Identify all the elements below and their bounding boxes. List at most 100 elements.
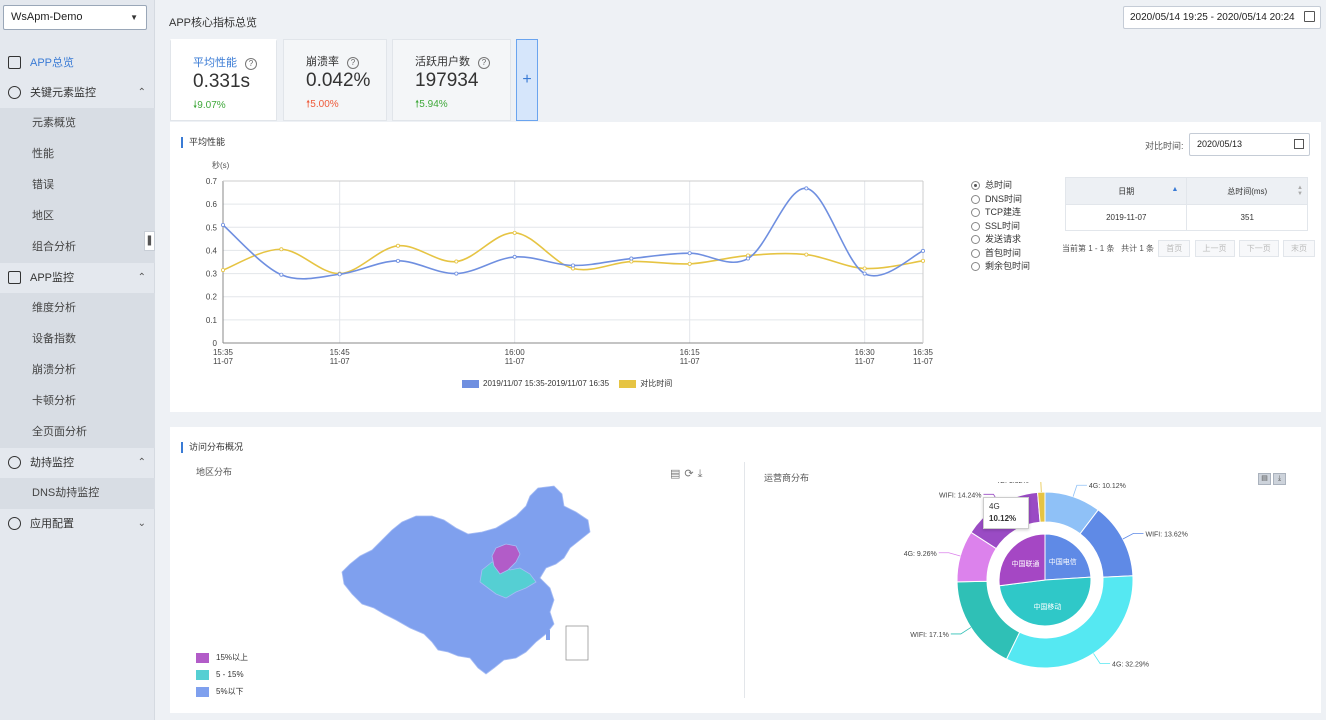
table-row: 2019-11-07 351 xyxy=(1064,204,1308,231)
data-point[interactable] xyxy=(395,243,400,248)
data-point[interactable] xyxy=(687,251,692,256)
calendar-icon xyxy=(1304,11,1315,22)
data-point[interactable] xyxy=(862,266,867,271)
download-icon[interactable]: ⤓ xyxy=(698,468,707,480)
data-point[interactable] xyxy=(629,256,634,261)
next-page-button[interactable]: 下一页 xyxy=(1238,240,1279,257)
help-icon[interactable]: ? xyxy=(245,58,257,70)
map-legend-item[interactable]: 15%以上 xyxy=(196,652,248,669)
radio-remaining[interactable]: 剩余包时间 xyxy=(971,260,1030,274)
radio-ssl[interactable]: SSL时间 xyxy=(971,220,1030,234)
first-page-button[interactable]: 首页 xyxy=(1158,240,1191,257)
metric-radio-group: 总时间 DNS时间 TCP建连 SSL时间 发送请求 首包时间 剩余包时间 xyxy=(971,179,1030,274)
legend-label[interactable]: 对比时间 xyxy=(640,379,672,388)
data-point[interactable] xyxy=(454,259,459,264)
prev-page-button[interactable]: 上一页 xyxy=(1194,240,1235,257)
map-legend-item[interactable]: 5%以下 xyxy=(196,686,248,703)
download-icon[interactable]: ⤓ xyxy=(1273,473,1286,485)
refresh-icon[interactable]: ⟳ xyxy=(684,468,697,480)
y-tick-label: 0.5 xyxy=(206,223,218,232)
sidebar-subitem-dimension[interactable]: 维度分析 xyxy=(0,293,155,324)
sidebar-subitem-performance[interactable]: 性能 xyxy=(0,139,155,170)
monitor-icon xyxy=(8,271,21,284)
pie-inner-label: 中国移动 xyxy=(1033,602,1061,611)
help-icon[interactable]: ? xyxy=(478,57,490,69)
data-point[interactable] xyxy=(454,271,459,276)
pie-outer-label: WIFI: 17.1% xyxy=(910,632,949,639)
data-point[interactable] xyxy=(746,256,751,261)
sidebar-item-hijack[interactable]: 劫持监控 ⌃ xyxy=(0,448,155,478)
data-point[interactable] xyxy=(804,186,809,191)
sidebar-collapse-handle[interactable]: ❚ xyxy=(144,231,155,251)
sidebar-item-app-monitor[interactable]: APP监控 ⌃ xyxy=(0,263,155,293)
legend-label[interactable]: 2019/11/07 15:35-2019/11/07 16:35 xyxy=(483,379,609,388)
pie-outer-label: 4G: 10.12% xyxy=(1089,483,1126,490)
data-point[interactable] xyxy=(512,230,517,235)
radio-dns[interactable]: DNS时间 xyxy=(971,193,1030,207)
pie-label-line xyxy=(1040,482,1042,493)
data-point[interactable] xyxy=(279,272,284,277)
radio-tcp[interactable]: TCP建连 xyxy=(971,206,1030,220)
date-range-value: 2020/05/14 19:25 - 2020/05/14 20:24 xyxy=(1130,12,1295,23)
sidebar-subitem-combined[interactable]: 组合分析 xyxy=(0,232,155,263)
pie-title: 运营商分布 xyxy=(764,473,810,483)
kpi-card-active-users[interactable]: 活跃用户数? 197934 🠕5.94% xyxy=(392,39,511,121)
data-point[interactable] xyxy=(687,261,692,266)
y-tick-label: 0.7 xyxy=(206,177,218,186)
radio-total[interactable]: 总时间 xyxy=(971,179,1030,193)
x-tick-label: 16:15 xyxy=(680,348,701,357)
table-header-total[interactable]: 总时间(ms) ▲ ▼ xyxy=(1186,177,1308,205)
data-point[interactable] xyxy=(804,252,809,257)
pie-outer-label: 4G: 9.26% xyxy=(904,551,937,558)
panel-title: 平均性能 xyxy=(181,137,225,148)
kpi-card-avg-perf[interactable]: 平均性能? 0.331s 🠗9.07% xyxy=(170,39,277,121)
data-point[interactable] xyxy=(279,247,284,252)
sidebar-subitem-device[interactable]: 设备指数 xyxy=(0,324,155,355)
y-axis-label: 秒(s) xyxy=(212,160,230,170)
data-point[interactable] xyxy=(921,258,926,263)
data-view-icon[interactable]: ▤ xyxy=(1258,473,1271,485)
sidebar-subitem-crash[interactable]: 崩溃分析 xyxy=(0,355,155,386)
sidebar-subitem-lag[interactable]: 卡顿分析 xyxy=(0,386,155,417)
table-header-row: 日期 ▲ 总时间(ms) ▲ ▼ xyxy=(1064,177,1308,205)
last-page-button[interactable]: 末页 xyxy=(1282,240,1315,257)
pie-label-line xyxy=(1093,653,1111,664)
map-legend-item[interactable]: 5 - 15% xyxy=(196,669,248,686)
sidebar-item-app-config[interactable]: 应用配置 ⌄ xyxy=(0,509,155,539)
sidebar-item-app-overview[interactable]: APP总览 xyxy=(0,48,155,78)
sidebar-subitem-error[interactable]: 错误 xyxy=(0,170,155,201)
data-point[interactable] xyxy=(221,268,226,273)
kpi-value: 0.042% xyxy=(306,70,371,91)
sidebar-subitem-fullpage[interactable]: 全页面分析 xyxy=(0,417,155,448)
x-tick-label: 16:30 xyxy=(855,348,876,357)
data-point[interactable] xyxy=(221,222,226,227)
sidebar-item-label: APP监控 xyxy=(30,272,75,284)
data-point[interactable] xyxy=(862,271,867,276)
data-point[interactable] xyxy=(921,248,926,253)
radio-first-packet[interactable]: 首包时间 xyxy=(971,247,1030,261)
compare-date-picker[interactable]: 2020/05/13 xyxy=(1189,133,1310,156)
data-point[interactable] xyxy=(337,272,342,277)
x-tick-label: 11-07 xyxy=(680,357,700,366)
y-tick-label: 0.4 xyxy=(206,246,218,255)
data-view-icon[interactable]: ▤ xyxy=(670,468,684,480)
sidebar-item-key-element[interactable]: 关键元素监控 ⌃ xyxy=(0,78,155,108)
sidebar-subitem-element-overview[interactable]: 元素概览 xyxy=(0,108,155,139)
x-tick-label: 16:00 xyxy=(505,348,526,357)
gear-icon xyxy=(8,517,21,530)
data-point[interactable] xyxy=(570,263,575,268)
pie-inner-slice[interactable] xyxy=(1044,533,1092,581)
sidebar-subitem-dns-hijack[interactable]: DNS劫持监控 xyxy=(0,478,155,509)
sidebar-subitem-region[interactable]: 地区 xyxy=(0,201,155,232)
compare-date-value: 2020/05/13 xyxy=(1197,139,1243,149)
data-point[interactable] xyxy=(512,254,517,259)
kpi-card-crash-rate[interactable]: 崩溃率? 0.042% 🠕5.00% xyxy=(283,39,387,121)
date-range-picker[interactable]: 2020/05/14 19:25 - 2020/05/14 20:24 xyxy=(1123,6,1321,29)
data-point[interactable] xyxy=(395,258,400,263)
add-kpi-button[interactable]: + xyxy=(516,39,538,121)
radio-send[interactable]: 发送请求 xyxy=(971,233,1030,247)
help-icon[interactable]: ? xyxy=(347,57,359,69)
caret-down-icon: ▼ xyxy=(130,13,138,22)
table-header-date[interactable]: 日期 ▲ xyxy=(1064,177,1188,205)
app-select[interactable]: WsApm-Demo ▼ xyxy=(3,5,147,30)
